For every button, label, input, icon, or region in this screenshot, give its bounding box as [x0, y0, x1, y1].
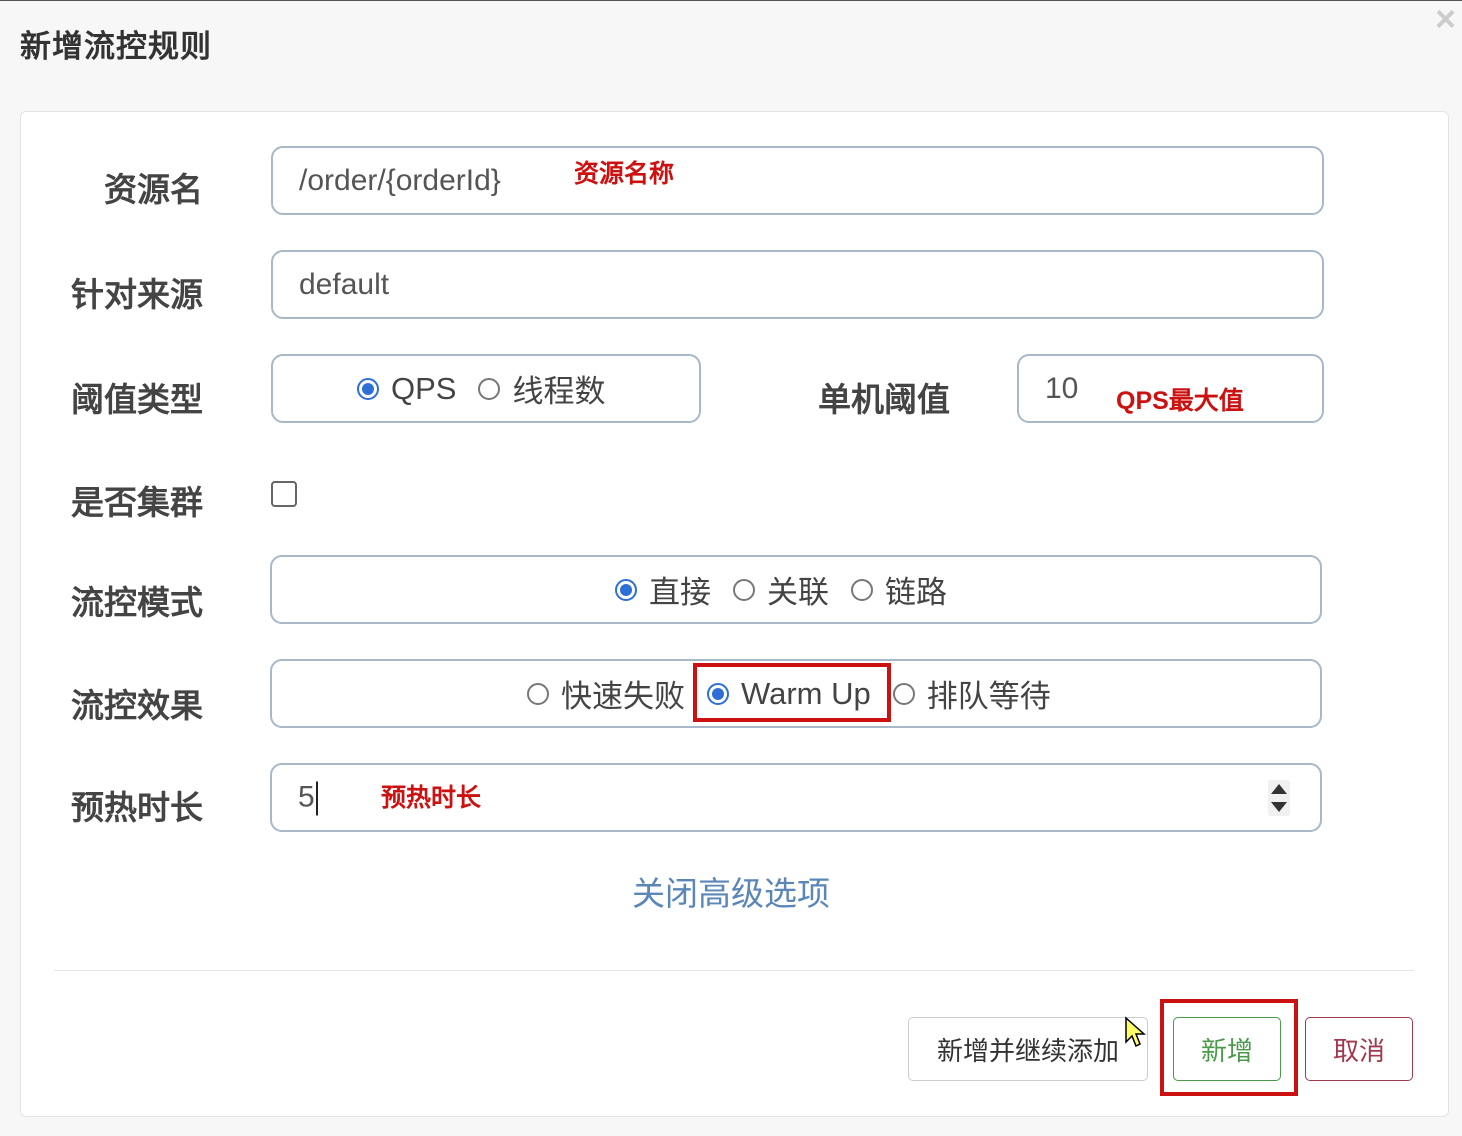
stepper-down-icon[interactable]	[1271, 801, 1287, 812]
threshold-annotation: QPS最大值	[1116, 387, 1244, 415]
close-icon[interactable]: ×	[1435, 1, 1456, 37]
radio-chain-label: 链路	[885, 575, 947, 610]
radio-thread-count-dot[interactable]	[478, 377, 501, 400]
warmup-value: 5	[298, 779, 315, 813]
radio-qps-dot[interactable]	[357, 377, 379, 400]
resource-annotation: 资源名称	[574, 160, 675, 188]
cancel-button[interactable]: 取消	[1305, 1017, 1413, 1081]
radio-queue-dot[interactable]	[892, 682, 915, 705]
radio-direct[interactable]: 直接	[615, 567, 711, 612]
origin-label: 针对来源	[71, 276, 203, 313]
radio-related-dot[interactable]	[733, 578, 755, 601]
resource-value: /order/{orderId}	[299, 163, 501, 197]
radio-related-label: 关联	[767, 575, 829, 610]
resource-input[interactable]: /order/{orderId}	[271, 146, 1324, 215]
stepper-up-icon[interactable]	[1271, 783, 1287, 794]
threshold-label: 单机阈值	[818, 381, 950, 418]
text-caret	[315, 781, 318, 816]
close-advanced-options-link[interactable]: 关闭高级选项	[632, 867, 830, 915]
radio-chain[interactable]: 链路	[851, 567, 947, 612]
add-button-highlight-box	[1160, 999, 1298, 1096]
radio-direct-dot[interactable]	[615, 578, 637, 601]
add-and-continue-button[interactable]: 新增并继续添加	[908, 1017, 1148, 1081]
radio-qps[interactable]: QPS	[357, 371, 456, 407]
warmup-annotation: 预热时长	[381, 784, 482, 812]
radio-thread-count-label: 线程数	[512, 374, 606, 409]
radio-qps-label: QPS	[391, 370, 457, 406]
control-mode-group: 直接 关联 链路	[270, 555, 1322, 624]
radio-queue-label: 排队等待	[926, 679, 1051, 714]
add-flow-rule-dialog: 新增流控规则 × 资源名 /order/{orderId} 资源名称 针对来源 …	[0, 0, 1462, 1136]
origin-input[interactable]: default	[271, 250, 1324, 319]
warmup-label: 预热时长	[71, 789, 203, 826]
dialog-title: 新增流控规则	[20, 29, 212, 64]
radio-fast-fail[interactable]: 快速失败	[527, 671, 685, 716]
radio-chain-dot[interactable]	[851, 578, 873, 601]
warm-up-highlight-box	[693, 663, 891, 722]
threshold-type-label: 阈值类型	[71, 381, 203, 418]
cluster-label: 是否集群	[71, 484, 203, 521]
control-mode-label: 流控模式	[71, 584, 203, 621]
radio-related[interactable]: 关联	[733, 567, 829, 612]
footer-divider	[54, 970, 1414, 971]
radio-fast-fail-label: 快速失败	[561, 679, 685, 714]
control-effect-label: 流控效果	[71, 687, 203, 724]
radio-queue[interactable]: 排队等待	[892, 671, 1051, 716]
radio-fast-fail-dot[interactable]	[527, 682, 549, 705]
radio-direct-label: 直接	[649, 575, 711, 610]
resource-label: 资源名	[104, 171, 203, 208]
threshold-value: 10	[1045, 371, 1079, 405]
radio-thread-count[interactable]: 线程数	[478, 366, 605, 411]
mouse-cursor-icon	[1125, 1016, 1146, 1048]
threshold-type-group: QPS 线程数	[271, 354, 701, 423]
number-stepper[interactable]	[1268, 779, 1290, 816]
origin-value: default	[299, 267, 390, 301]
cluster-checkbox[interactable]	[271, 481, 297, 507]
